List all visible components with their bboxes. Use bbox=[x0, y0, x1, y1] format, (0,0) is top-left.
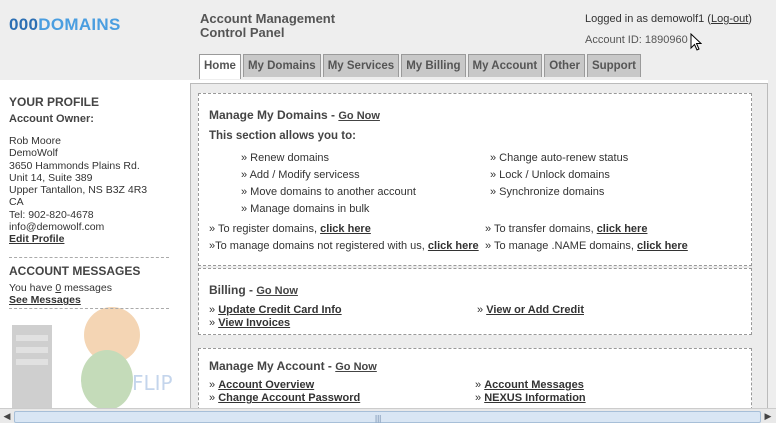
billing-panel: Billing - Go Now » Update Credit Card In… bbox=[198, 268, 752, 335]
owner-address: Rob Moore DemoWolf 3650 Hammonds Plains … bbox=[9, 135, 147, 246]
edit-profile-link[interactable]: Edit Profile bbox=[9, 233, 64, 245]
sidebar: FLIPPER YOUR PROFILE Account Owner: Rob … bbox=[0, 80, 189, 408]
logo-part2: DOMAINS bbox=[38, 15, 121, 34]
view-add-credit-link[interactable]: View or Add Credit bbox=[486, 304, 584, 316]
main-tabs: Home My Domains My Services My Billing M… bbox=[199, 54, 643, 79]
vertical-scrollbar[interactable] bbox=[768, 80, 776, 408]
title-line1: Account Management bbox=[200, 11, 336, 26]
nexus-info-link[interactable]: NEXUS Information bbox=[484, 392, 585, 404]
register-text: » To register domains, bbox=[209, 223, 321, 235]
horizontal-scrollbar[interactable]: ◀ ||| ▶ bbox=[0, 408, 776, 423]
overview-row: » Account Overview bbox=[209, 379, 315, 391]
page-title: Account Management Control Panel bbox=[200, 12, 400, 40]
update-credit-card-link[interactable]: Update Credit Card Info bbox=[218, 304, 341, 316]
view-credit-row: » View or Add Credit bbox=[477, 304, 584, 316]
account-title-text: Manage My Account bbox=[209, 359, 325, 373]
change-password-link[interactable]: Change Account Password bbox=[218, 392, 360, 404]
account-panel-title: Manage My Account - Go Now bbox=[209, 359, 377, 373]
nexus-row: » NEXUS Information bbox=[475, 392, 586, 404]
account-overview-link[interactable]: Account Overview bbox=[218, 379, 314, 391]
tab-my-domains[interactable]: My Domains bbox=[242, 54, 321, 77]
owner-label: Account Owner: bbox=[9, 113, 94, 125]
tab-other[interactable]: Other bbox=[544, 54, 585, 77]
mouse-cursor-icon bbox=[690, 33, 702, 51]
tab-support[interactable]: Support bbox=[586, 54, 642, 77]
transfer-domains-row: » To transfer domains, click here bbox=[485, 223, 647, 235]
billing-panel-title: Billing - Go Now bbox=[209, 283, 298, 297]
messages-suffix: messages bbox=[61, 282, 112, 294]
list-item: » Add / Modify servicess bbox=[241, 169, 360, 181]
transfer-click-here-link[interactable]: click here bbox=[597, 223, 648, 235]
list-item: » Move domains to another account bbox=[241, 186, 416, 198]
logo[interactable]: 000DOMAINS bbox=[9, 15, 121, 35]
change-password-row: » Change Account Password bbox=[209, 392, 361, 404]
address-line: Unit 14, Suite 389 bbox=[9, 171, 93, 184]
address-line: Rob Moore bbox=[9, 135, 61, 147]
list-item: » Lock / Unlock domains bbox=[490, 169, 610, 181]
title-line2: Control Panel bbox=[200, 25, 285, 40]
billing-go-now-link[interactable]: Go Now bbox=[256, 285, 298, 297]
list-item: » Manage domains in bulk bbox=[241, 203, 370, 215]
view-invoices-row: » View Invoices bbox=[209, 317, 291, 329]
messages-summary: You have 0 messages See Messages bbox=[9, 282, 112, 307]
main-content: Manage My Domains - Go Now This section … bbox=[190, 83, 768, 410]
register-domains-row: » To register domains, click here bbox=[209, 223, 371, 235]
login-suffix: ) bbox=[748, 13, 752, 25]
domains-go-now-link[interactable]: Go Now bbox=[338, 110, 380, 122]
transfer-text: » To transfer domains, bbox=[485, 223, 597, 235]
address-line: DemoWolf bbox=[9, 147, 58, 160]
address-line: Tel: 902-820-4678 bbox=[9, 208, 94, 221]
mascot-watermark-icon: FLIPPER bbox=[12, 307, 172, 408]
logo-part1: 000 bbox=[9, 15, 39, 34]
scroll-right-icon[interactable]: ▶ bbox=[762, 410, 774, 422]
tab-my-services[interactable]: My Services bbox=[322, 54, 400, 77]
account-id: Account ID: 1890960 bbox=[585, 34, 688, 46]
account-go-now-link[interactable]: Go Now bbox=[335, 361, 377, 373]
billing-title-text: Billing bbox=[209, 283, 246, 297]
domains-intro: This section allows you to: bbox=[209, 130, 356, 142]
address-line: Upper Tantallon, NS B3Z 4R3 bbox=[9, 184, 148, 197]
tab-home[interactable]: Home bbox=[199, 54, 241, 79]
register-click-here-link[interactable]: click here bbox=[320, 223, 371, 235]
domains-panel: Manage My Domains - Go Now This section … bbox=[198, 93, 752, 266]
messages-heading: ACCOUNT MESSAGES bbox=[9, 264, 141, 278]
logout-link[interactable]: Log-out bbox=[711, 13, 748, 25]
list-item: » Synchronize domains bbox=[490, 186, 605, 198]
notregistered-row: »To manage domains not registered with u… bbox=[209, 240, 479, 252]
list-item: » Change auto-renew status bbox=[490, 152, 629, 164]
login-prefix: Logged in as demowolf1 ( bbox=[585, 13, 711, 25]
scroll-thumb[interactable]: ||| bbox=[14, 411, 761, 423]
domains-title-text: Manage My Domains bbox=[209, 108, 328, 122]
messages-prefix: You have bbox=[9, 282, 56, 294]
notreg-click-here-link[interactable]: click here bbox=[428, 240, 479, 252]
tab-my-billing[interactable]: My Billing bbox=[401, 54, 466, 77]
scroll-left-icon[interactable]: ◀ bbox=[1, 410, 13, 422]
domains-panel-title: Manage My Domains - Go Now bbox=[209, 108, 380, 122]
login-status: Logged in as demowolf1 (Log-out) bbox=[585, 13, 752, 25]
name-click-here-link[interactable]: click here bbox=[637, 240, 688, 252]
name-text: » To manage .NAME domains, bbox=[485, 240, 638, 252]
see-messages-link[interactable]: See Messages bbox=[9, 294, 81, 306]
address-line: info@demowolf.com bbox=[9, 221, 105, 234]
address-line: 3650 Hammonds Plains Rd. bbox=[9, 159, 140, 172]
divider bbox=[9, 257, 169, 258]
tab-my-account[interactable]: My Account bbox=[467, 54, 543, 77]
name-domains-row: » To manage .NAME domains, click here bbox=[485, 240, 688, 252]
list-item: » Renew domains bbox=[241, 152, 330, 164]
view-invoices-link[interactable]: View Invoices bbox=[218, 317, 290, 329]
messages-row: » Account Messages bbox=[475, 379, 584, 391]
divider bbox=[9, 308, 169, 309]
watermark-text: FLIPPER bbox=[132, 371, 172, 395]
notreg-text: »To manage domains not registered with u… bbox=[209, 240, 428, 252]
account-messages-link[interactable]: Account Messages bbox=[484, 379, 584, 391]
header: 000DOMAINS Account Management Control Pa… bbox=[0, 0, 776, 80]
address-line: CA bbox=[9, 196, 24, 209]
account-panel: Manage My Account - Go Now » Account Ove… bbox=[198, 348, 752, 409]
profile-heading: YOUR PROFILE bbox=[9, 95, 100, 109]
update-cc-row: » Update Credit Card Info bbox=[209, 304, 342, 316]
